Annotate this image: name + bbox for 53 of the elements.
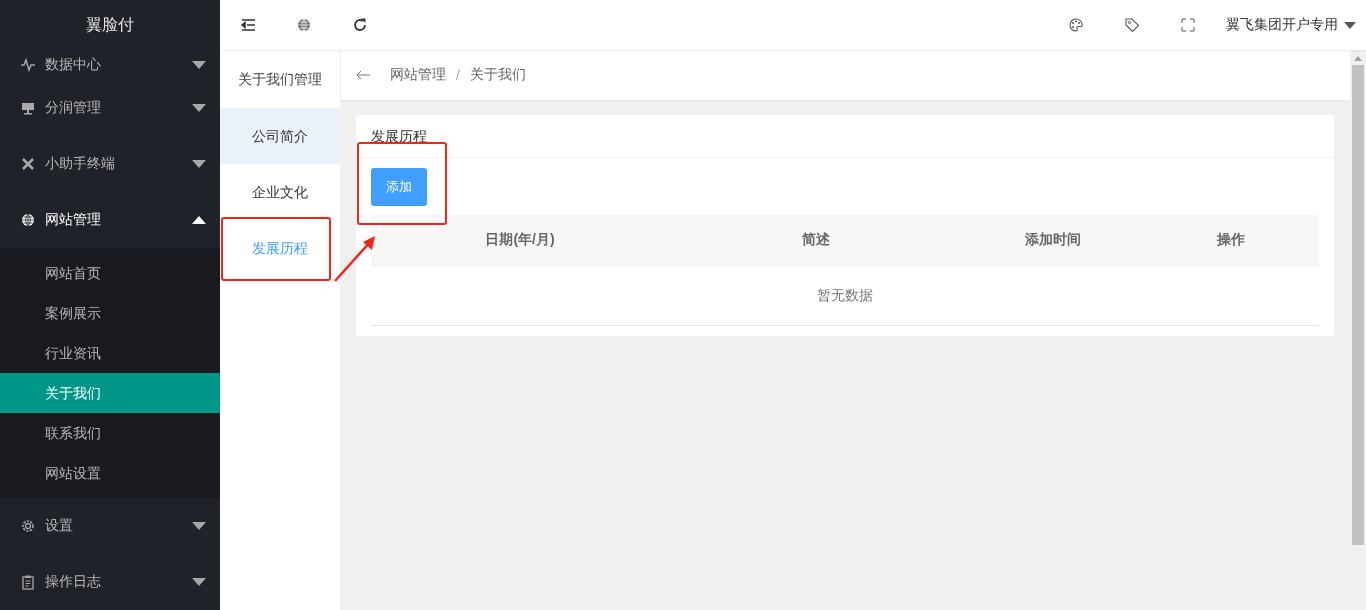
menu-item[interactable]: 分润管理	[0, 80, 220, 136]
monitor-icon	[20, 100, 36, 116]
tools-icon	[20, 156, 36, 172]
subnav-tab[interactable]: 公司简介	[220, 108, 340, 164]
card-title: 发展历程	[356, 115, 1334, 158]
user-menu[interactable]: 翼飞集团开户专用	[1226, 16, 1356, 34]
breadcrumb-link[interactable]: 关于我们	[469, 66, 526, 84]
caret-down-icon	[192, 522, 206, 530]
globe-icon[interactable]	[296, 17, 312, 33]
menu-item[interactable]: 操作日志	[0, 554, 220, 610]
subnav-title: 关于我们管理	[237, 70, 323, 89]
menu-fold-icon[interactable]	[240, 17, 256, 33]
menu-label: 网站管理	[45, 211, 102, 229]
clipboard-icon	[20, 574, 36, 590]
pointer-arrow	[333, 233, 377, 283]
caret-down-icon	[192, 104, 206, 112]
menu-label: 分润管理	[45, 99, 102, 117]
breadcrumb-separator: /	[456, 67, 460, 83]
submenu-item[interactable]: 案例展示	[0, 293, 220, 333]
pulse-icon	[20, 57, 36, 73]
scrollbar[interactable]	[1350, 50, 1366, 610]
scrollbar-thumb[interactable]	[1352, 65, 1364, 545]
caret-down-icon	[192, 578, 206, 586]
menu-label: 操作日志	[45, 573, 102, 591]
column-header: 日期(年/月)	[484, 231, 556, 249]
submenu-item[interactable]: 关于我们	[0, 373, 220, 413]
submenu-item[interactable]: 网站首页	[0, 253, 220, 293]
palette-icon[interactable]	[1068, 17, 1084, 33]
submenu-item[interactable]: 行业资讯	[0, 333, 220, 373]
caret-down-icon	[192, 160, 206, 168]
menu-item[interactable]: 设置	[0, 498, 220, 554]
gear-icon	[20, 518, 36, 534]
subnav-tab[interactable]: 企业文化	[220, 164, 340, 220]
caret-down-icon	[192, 61, 206, 69]
menu-item[interactable]: 小助手终端	[0, 136, 220, 192]
refresh-icon[interactable]	[352, 17, 368, 33]
empty-message: 暂无数据	[817, 286, 873, 305]
scroll-up-icon	[1354, 56, 1362, 61]
column-header: 简述	[801, 231, 831, 249]
tag-icon[interactable]	[1124, 17, 1140, 33]
globe-icon	[20, 212, 36, 228]
column-header: 添加时间	[1024, 231, 1082, 249]
breadcrumb-link[interactable]: 网站管理	[390, 66, 446, 84]
back-arrow-icon	[356, 70, 370, 80]
menu-item[interactable]: 数据中心	[0, 50, 220, 80]
caret-up-icon	[192, 216, 206, 224]
menu-label: 设置	[45, 517, 74, 535]
menu-label: 小助手终端	[45, 155, 116, 173]
column-header: 操作	[1216, 231, 1246, 249]
caret-down-icon	[1344, 21, 1356, 29]
menu-label: 数据中心	[45, 56, 102, 74]
submenu-item[interactable]: 联系我们	[0, 413, 220, 453]
submenu-item[interactable]: 网站设置	[0, 453, 220, 493]
